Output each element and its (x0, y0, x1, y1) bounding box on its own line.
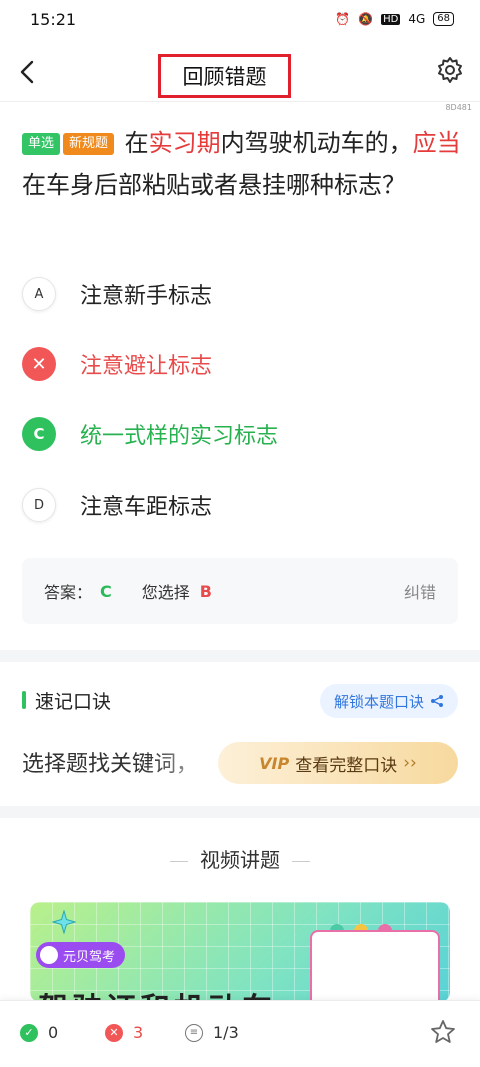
unlock-mnemonic-button[interactable]: 解锁本题口诀 (319, 684, 458, 718)
unlock-label: 解锁本题口诀 (333, 692, 424, 711)
correct-answer: C (100, 581, 112, 601)
memo-header: 速记口诀 (22, 688, 112, 713)
check-icon: ✓ (20, 1023, 38, 1042)
vip-label: 查看完整口诀 (295, 755, 398, 776)
title-highlight-box: 回顾错题 (158, 54, 291, 98)
section-accent-bar (22, 691, 26, 709)
option-c-text: 统一式样的实习标志 (80, 424, 279, 449)
list-icon: ≡ (185, 1023, 203, 1042)
single-choice-tag: 单选 (22, 133, 61, 155)
chosen-label: 您选择 (141, 583, 190, 602)
option-a-marker: A (22, 277, 56, 311)
correct-count[interactable]: ✓ 0 (20, 1023, 58, 1042)
chosen-answer: B (199, 581, 212, 601)
share-icon (431, 695, 443, 707)
section-divider (0, 650, 480, 662)
question-part: 在 (124, 129, 149, 157)
option-b-text: 注意避让标志 (80, 354, 213, 379)
question-id: 8D481 (445, 103, 472, 112)
bottom-bar: ✓ 0 ✕ 3 ≡ 1/3 (0, 1000, 480, 1067)
cross-icon: ✕ (105, 1023, 123, 1042)
presenter-frame (310, 930, 440, 1002)
battery-icon: 68 (433, 12, 454, 26)
answer-label: 答案： (44, 583, 93, 602)
option-d-marker: D (22, 488, 56, 522)
answer-summary: 答案： C 您选择 B 纠错 (22, 558, 458, 624)
hd-icon: HD (381, 13, 401, 25)
question-text: 单选 新规题 在实习期内驾驶机动车的，应当在车身后部粘贴或者悬挂哪种标志？ (22, 122, 462, 206)
signal-icon: 4G (408, 12, 426, 26)
chevron-right-icon: ›› (403, 753, 417, 773)
question-keyword: 应当 (412, 129, 461, 157)
report-error-link[interactable]: 纠错 (404, 579, 436, 603)
video-section-title: 视频讲题 (0, 844, 480, 873)
section-divider (0, 806, 480, 818)
app-header: 回顾错题 (0, 42, 480, 102)
vip-badge: VIP (259, 753, 290, 773)
option-c[interactable]: C 统一式样的实习标志 (22, 414, 462, 454)
mute-icon: 🔕 (358, 12, 374, 26)
memo-title: 速记口诀 (35, 690, 112, 713)
option-b[interactable]: ✕ 注意避让标志 (22, 344, 462, 384)
correct-count-value: 0 (48, 1023, 59, 1042)
question-part: 内驾驶机动车的， (220, 129, 413, 157)
back-arrow-icon[interactable] (14, 56, 42, 88)
brand-name: 元贝驾考 (63, 949, 116, 965)
steering-wheel-icon (40, 946, 58, 964)
video-thumbnail[interactable]: 元贝驾考 驾驶证和机动车 (30, 902, 450, 1002)
alarm-icon: ⏰ (335, 12, 351, 26)
option-d[interactable]: D 注意车距标志 (22, 485, 462, 525)
status-icons: ⏰ 🔕 HD 4G 68 (335, 12, 454, 26)
option-a-text: 注意新手标志 (80, 284, 213, 309)
wrong-count-value: 3 (133, 1023, 144, 1042)
option-a[interactable]: A 注意新手标志 (22, 274, 462, 314)
question-progress[interactable]: ≡ 1/3 (185, 1023, 239, 1042)
question-part: 在车身后部粘贴或者悬挂哪种标志？ (22, 171, 406, 199)
clock: 15:21 (30, 10, 77, 29)
star-icon[interactable] (430, 1019, 456, 1045)
brand-badge: 元贝驾考 (36, 942, 126, 968)
wrong-mark-icon: ✕ (22, 347, 56, 381)
wrong-count[interactable]: ✕ 3 (105, 1023, 143, 1042)
status-bar: 15:21 ⏰ 🔕 HD 4G 68 (0, 0, 480, 42)
question-keyword: 实习期 (148, 129, 221, 157)
new-rule-tag: 新规题 (63, 133, 115, 155)
page-title: 回顾错题 (182, 65, 267, 89)
option-c-marker: C (22, 417, 56, 451)
vip-full-mnemonic-button[interactable]: VIP 查看完整口诀 ›› (218, 742, 458, 784)
sparkle-icon (52, 910, 76, 934)
gear-icon[interactable] (436, 56, 464, 84)
option-d-text: 注意车距标志 (80, 495, 213, 520)
progress-value: 1/3 (213, 1023, 239, 1042)
